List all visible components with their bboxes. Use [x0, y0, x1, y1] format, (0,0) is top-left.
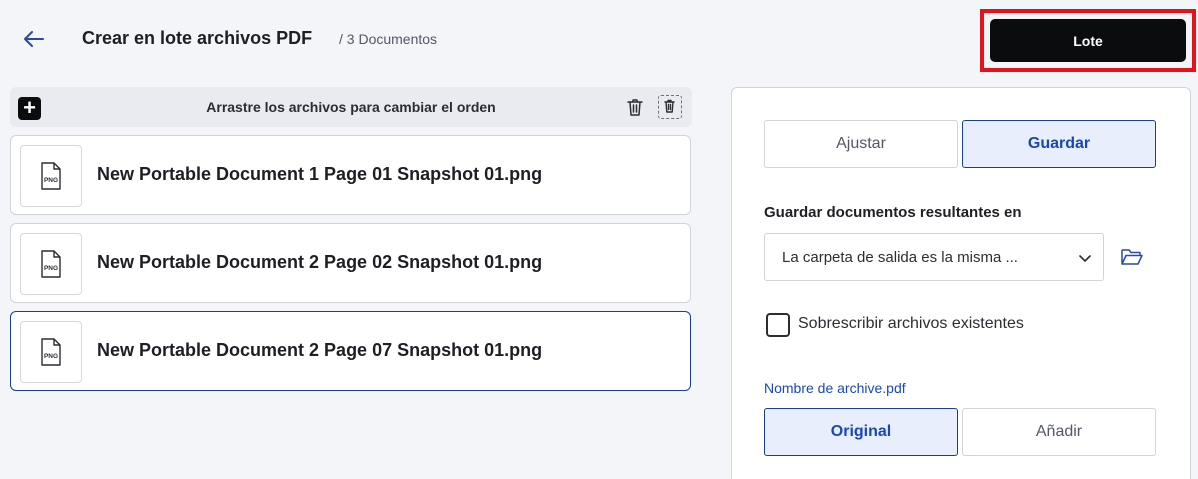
overwrite-label: Sobrescribir archivos existentes: [798, 315, 1024, 332]
lote-button[interactable]: Lote: [990, 19, 1186, 62]
document-count: / 3 Documentos: [339, 31, 438, 47]
page-title: Crear en lote archivos PDF: [82, 28, 313, 48]
file-name: New Portable Document 2 Page 07 Snapshot…: [97, 340, 543, 360]
chevron-down-icon: [1079, 255, 1091, 262]
file-item[interactable]: PNG New Portable Document 1 Page 01 Snap…: [10, 135, 691, 215]
filename-link[interactable]: Nombre de archive.pdf: [764, 380, 906, 396]
svg-text:PNG: PNG: [44, 177, 58, 184]
trash-all-icon[interactable]: [658, 95, 682, 119]
arrow-left-icon: [24, 31, 44, 47]
settings-panel: Ajustar Guardar Guardar documentos resul…: [731, 87, 1191, 479]
tab-guardar[interactable]: Guardar: [962, 120, 1156, 168]
png-file-icon: PNG: [20, 145, 82, 207]
folder-open-icon[interactable]: [1120, 246, 1144, 268]
tab-ajustar[interactable]: Ajustar: [764, 120, 958, 168]
file-name: New Portable Document 2 Page 02 Snapshot…: [97, 252, 543, 272]
file-item-selected[interactable]: PNG New Portable Document 2 Page 07 Snap…: [10, 311, 691, 391]
png-file-icon: PNG: [20, 233, 82, 295]
tab-anadir[interactable]: Añadir: [962, 408, 1156, 456]
lote-button-highlight: Lote: [980, 9, 1196, 72]
file-item[interactable]: PNG New Portable Document 2 Page 02 Snap…: [10, 223, 691, 303]
overwrite-checkbox[interactable]: [766, 313, 790, 337]
file-name: New Portable Document 1 Page 01 Snapshot…: [97, 164, 543, 184]
svg-text:PNG: PNG: [44, 353, 58, 360]
output-folder-label: Guardar documentos resultantes en: [764, 204, 1022, 221]
png-file-icon: PNG: [20, 321, 82, 383]
output-folder-value: La carpeta de salida es la misma ...: [782, 249, 1018, 266]
reorder-hint: Arrastre los archivos para cambiar el or…: [206, 99, 496, 115]
svg-text:PNG: PNG: [44, 265, 58, 272]
output-folder-select[interactable]: La carpeta de salida es la misma ...: [764, 233, 1104, 281]
tab-original[interactable]: Original: [764, 408, 958, 456]
back-button[interactable]: [20, 27, 48, 51]
trash-icon[interactable]: [624, 96, 646, 118]
file-list-toolbar: + Arrastre los archivos para cambiar el …: [10, 87, 692, 127]
